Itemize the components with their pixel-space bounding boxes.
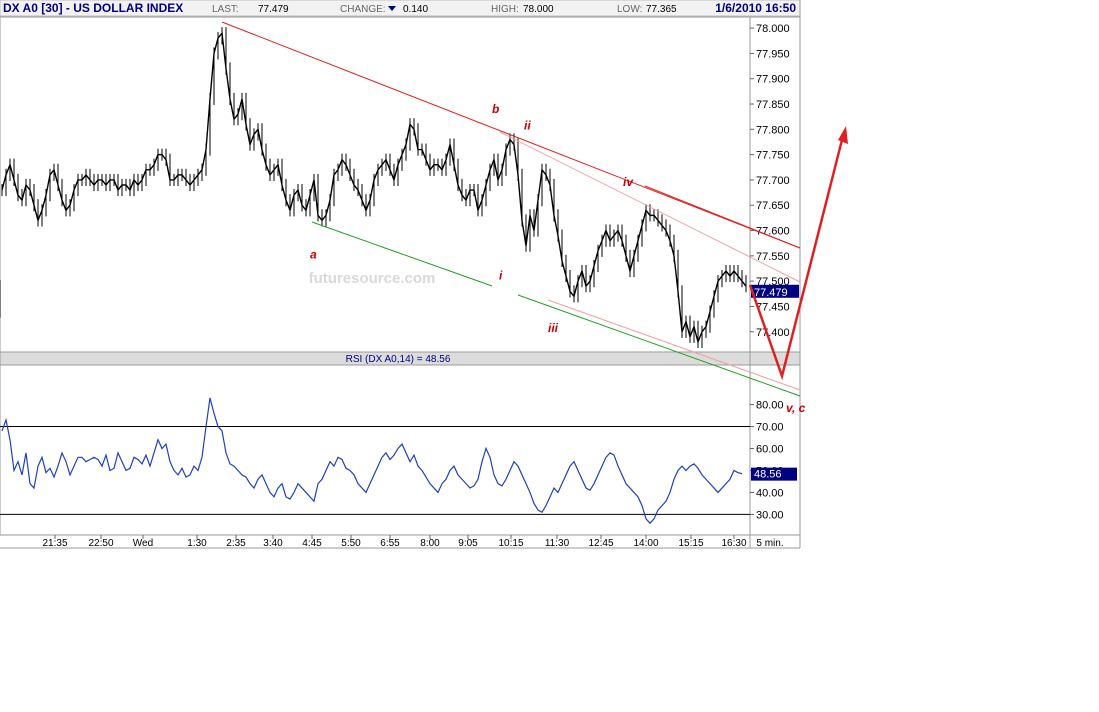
low-label: LOW: — [617, 4, 642, 15]
price-ytick-label: 77.850 — [756, 99, 790, 111]
x-tick-label: 8:00 — [420, 538, 440, 549]
price-ytick-label: 77.700 — [756, 175, 790, 187]
watermark-text: futuresource.com — [309, 270, 436, 287]
price-ytick-label: 77.800 — [756, 124, 790, 136]
wave-label: iii — [548, 321, 559, 335]
price-ytick-label: 77.950 — [756, 48, 790, 60]
chart-container: DX A0 [30] - US DOLLAR INDEX LAST: 77.479 C… — [0, 0, 848, 550]
change-label: CHANGE: — [340, 4, 386, 15]
rsi-ytick-label: 80.00 — [756, 400, 784, 412]
wave-label: ii — [524, 118, 531, 132]
x-tick-label: 1:30 — [187, 538, 207, 549]
x-tick-label: 5:50 — [341, 538, 361, 549]
x-tick-label: 10:15 — [498, 538, 523, 549]
x-tick-label: 11:30 — [545, 538, 570, 549]
x-tick-label: 4:45 — [302, 538, 322, 549]
chart-svg: DX A0 [30] - US DOLLAR INDEX LAST: 77.479 C… — [0, 0, 848, 549]
change-value: 0.140 — [403, 4, 428, 15]
wave-label: a — [310, 247, 317, 261]
wave-label: b — [492, 102, 499, 116]
rsi-panel-frame — [0, 364, 801, 536]
price-ytick-label: 77.900 — [756, 74, 790, 86]
rsi-ytick-label: 60.00 — [756, 444, 784, 456]
price-ytick-label: 77.750 — [756, 150, 790, 162]
low-value: 77.365 — [646, 4, 677, 15]
x-tick-label: 16:30 — [721, 538, 746, 549]
interval-label: 5 min. — [756, 538, 783, 549]
wave-label: iv — [623, 175, 634, 189]
price-ytick-label: 77.600 — [756, 226, 790, 238]
price-ytick-label: 77.650 — [756, 200, 790, 212]
datetime: 1/6/2010 16:50 — [715, 1, 796, 15]
last-label: LAST: — [212, 4, 239, 15]
x-tick-label: 9:05 — [458, 538, 478, 549]
x-tick-label: 22:50 — [88, 538, 113, 549]
rsi-ytick-label: 70.00 — [756, 422, 784, 434]
high-value: 78.000 — [523, 4, 554, 15]
projection-arrowhead — [838, 126, 848, 144]
x-tick-label: 2:35 — [226, 538, 246, 549]
x-tick-label: 15:15 — [678, 538, 703, 549]
price-panel-frame — [0, 16, 801, 353]
x-tick-label: 14:00 — [633, 538, 658, 549]
x-tick-label: 21:35 — [42, 538, 67, 549]
projection-label: v, c — [786, 401, 806, 415]
x-tick-label: 6:55 — [380, 538, 400, 549]
rsi-ytick-label: 30.00 — [756, 509, 784, 521]
last-rsi-label: 48.56 — [754, 469, 782, 481]
price-ytick-label: 77.550 — [756, 251, 790, 263]
price-ytick-label: 77.450 — [756, 301, 790, 313]
x-tick-label: 3:40 — [263, 538, 283, 549]
rsi-title: RSI (DX A0,14) = 48.56 — [346, 354, 451, 365]
rsi-ytick-label: 40.00 — [756, 487, 784, 499]
price-ytick-label: 78.000 — [756, 23, 790, 35]
last-value: 77.479 — [258, 4, 289, 15]
price-ytick-label: 77.400 — [756, 327, 790, 339]
last-price-label: 77.479 — [754, 287, 788, 299]
x-tick-label: 12:45 — [588, 538, 613, 549]
high-label: HIGH: — [491, 4, 519, 15]
symbol-title: DX A0 [30] - US DOLLAR INDEX — [3, 1, 183, 15]
x-tick-label: Wed — [133, 538, 153, 549]
